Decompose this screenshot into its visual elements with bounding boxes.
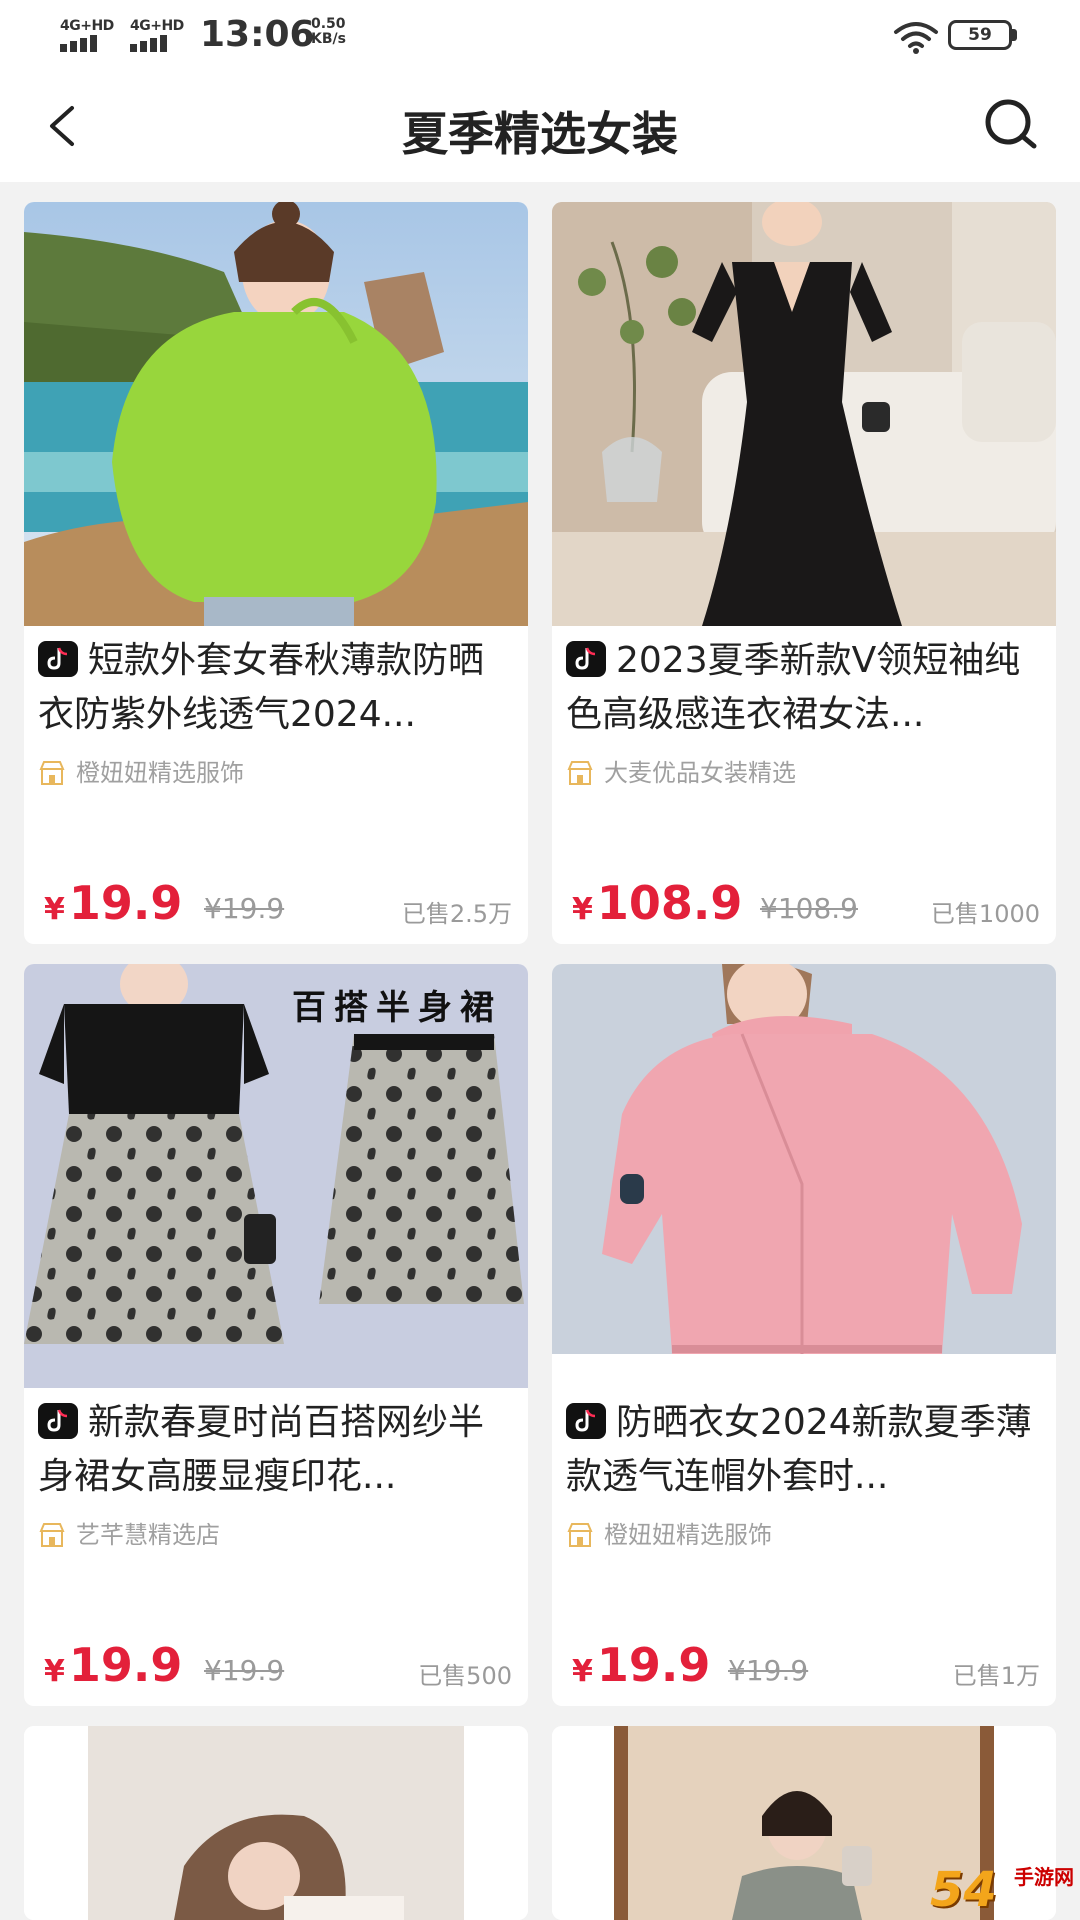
product-title-text: 2023夏季新款V领短袖纯色高级感连衣裙女法... (566, 640, 1021, 735)
product-title[interactable]: 短款外套女春秋薄款防晒衣防紫外线透气2024... (38, 634, 518, 742)
currency-symbol: ¥ (572, 1654, 593, 1689)
shop-icon (39, 761, 65, 785)
shop-icon (567, 761, 593, 785)
page-title: 夏季精选女装 (402, 107, 678, 161)
net-speed: 0.50 KB/s (311, 17, 346, 47)
price: ¥108.9 (572, 876, 742, 936)
product-image[interactable] (552, 202, 1056, 626)
currency-symbol: ¥ (44, 892, 65, 927)
sold-count: 已售500 (418, 1662, 512, 1690)
image-caption: 百搭半身裙 (292, 988, 502, 1028)
sold-count: 已售1000 (930, 900, 1040, 928)
header-bar: 夏季精选女装 (0, 72, 1080, 182)
product-title-text: 新款春夏时尚百搭网纱半身裙女高腰显瘦印花... (38, 1402, 485, 1497)
product-title[interactable]: 新款春夏时尚百搭网纱半身裙女高腰显瘦印花... (38, 1396, 518, 1504)
shop-name[interactable]: 橙妞妞精选服饰 (38, 756, 244, 790)
product-image[interactable] (552, 964, 1056, 1388)
shop-name-text: 大麦优品女装精选 (604, 759, 796, 787)
price-value: 19.9 (68, 1638, 183, 1692)
shop-name[interactable]: 艺芊慧精选店 (38, 1518, 220, 1552)
shop-name-text: 橙妞妞精选服饰 (76, 759, 244, 787)
signal-icon: 4G+HD (130, 18, 190, 54)
currency-symbol: ¥ (44, 1654, 65, 1689)
product-title[interactable]: 防晒衣女2024新款夏季薄款透气连帽外套时... (566, 1396, 1046, 1504)
price-value: 108.9 (596, 876, 743, 930)
douyin-icon (38, 641, 78, 677)
original-price: ¥19.9 (728, 1654, 809, 1687)
original-price: ¥108.9 (760, 892, 858, 925)
status-bar: 4G+HD 4G+HD 13:06 0.50 KB/s 59 (0, 0, 1080, 72)
product-image[interactable] (24, 202, 528, 626)
shop-name-text: 橙妞妞精选服饰 (604, 1521, 772, 1549)
shop-name-text: 艺芊慧精选店 (76, 1521, 220, 1549)
douyin-icon (566, 641, 606, 677)
price-value: 19.9 (596, 1638, 711, 1692)
product-card[interactable]: 短款外套女春秋薄款防晒衣防紫外线透气2024... 橙妞妞精选服饰 ¥19.9 … (24, 202, 528, 944)
original-price: ¥19.9 (204, 1654, 285, 1687)
product-card[interactable]: 百搭半身裙 新款春夏时尚百搭网纱半身裙女高腰显瘦印花... 艺芊慧精选店 ¥19… (24, 964, 528, 1706)
product-title[interactable]: 2023夏季新款V领短袖纯色高级感连衣裙女法... (566, 634, 1046, 742)
douyin-icon (566, 1403, 606, 1439)
net-speed-value: 0.50 (311, 16, 346, 32)
product-card[interactable] (552, 1726, 1056, 1920)
net-speed-unit: KB/s (311, 31, 346, 47)
shop-name[interactable]: 大麦优品女装精选 (566, 756, 796, 790)
wifi-icon (894, 22, 938, 54)
signal-label: 4G+HD (130, 18, 184, 34)
price: ¥19.9 (572, 1638, 710, 1698)
signal-icon: 4G+HD (60, 18, 120, 54)
product-title-text: 短款外套女春秋薄款防晒衣防紫外线透气2024... (38, 640, 485, 735)
product-image[interactable] (24, 1726, 528, 1920)
clock: 13:06 (200, 14, 315, 55)
product-card[interactable]: 2023夏季新款V领短袖纯色高级感连衣裙女法... 大麦优品女装精选 ¥108.… (552, 202, 1056, 944)
signal-label: 4G+HD (60, 18, 114, 34)
battery-icon: 59 (948, 20, 1018, 50)
currency-symbol: ¥ (572, 892, 593, 927)
original-price: ¥19.9 (204, 892, 285, 925)
product-title-text: 防晒衣女2024新款夏季薄款透气连帽外套时... (566, 1402, 1032, 1497)
douyin-icon (38, 1403, 78, 1439)
shop-icon (567, 1523, 593, 1547)
shop-icon (39, 1523, 65, 1547)
search-icon[interactable] (980, 94, 1042, 156)
price: ¥19.9 (44, 1638, 182, 1698)
sold-count: 已售1万 (952, 1662, 1040, 1690)
product-card[interactable]: 防晒衣女2024新款夏季薄款透气连帽外套时... 橙妞妞精选服饰 ¥19.9 ¥… (552, 964, 1056, 1706)
sold-count: 已售2.5万 (401, 900, 512, 928)
product-card[interactable] (24, 1726, 528, 1920)
price-value: 19.9 (68, 876, 183, 930)
battery-level: 59 (948, 20, 1012, 50)
shop-name[interactable]: 橙妞妞精选服饰 (566, 1518, 772, 1552)
product-image[interactable]: 百搭半身裙 (24, 964, 528, 1388)
product-image[interactable] (552, 1726, 1056, 1920)
price: ¥19.9 (44, 876, 182, 936)
